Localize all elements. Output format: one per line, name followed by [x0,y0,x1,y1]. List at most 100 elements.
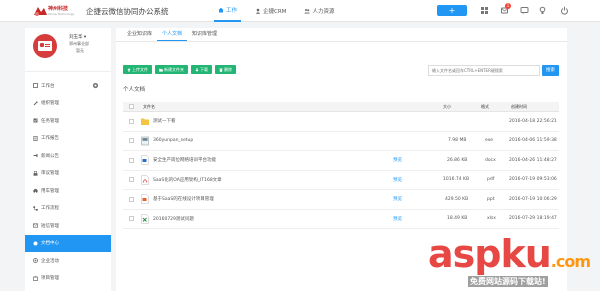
preview-link[interactable]: 预览 [393,151,402,170]
row-checkbox[interactable] [129,157,134,163]
new-folder-button[interactable]: 新建文件夹 [155,65,188,74]
user-department: 郑州事业部 [69,41,89,46]
file-created: 2016-04-06 11:59:38 [509,138,557,144]
file-size: 429.50 KB [445,196,469,202]
table-row[interactable]: 360yunpan_setup 7.98 MB exe 2016-04-06 1… [123,132,559,151]
column-header-name[interactable]: 文件名 [143,102,155,111]
sidebar-item-workbench[interactable]: 工作台 [25,77,111,95]
sidebar-item-label: 短信管理 [41,223,59,229]
sidebar-item-activities[interactable]: 企业活动 [25,252,111,270]
file-size: 26.86 KB [447,157,468,163]
wrench-icon [33,101,38,106]
top-nav-label: 人力资源 [312,9,335,15]
file-created: 2016-04-18 22:56:21 [509,118,557,124]
logo-subtext: China Technology [48,12,75,16]
file-name[interactable]: 测试一下看 [153,112,176,131]
app-title: 企捷云微信协同办公系统 [86,7,169,16]
top-bar: 神州科技 China Technology 企捷云微信协同办公系统 工作 企捷C… [0,0,600,22]
file-name[interactable]: 20160729测试问题 [153,210,194,229]
desk-icon [33,83,38,89]
file-created: 2016-07-29 18:19:47 [509,216,557,222]
select-all-checkbox[interactable] [129,104,134,109]
preview-link[interactable]: 预览 [393,171,402,190]
file-name[interactable]: SaaS化的OA应用架构_IT168文章 [153,171,222,190]
sidebar-menu: 工作台 组织管理 任务管理 工作报告 新闻公告 审议管理 用车管理 工作流程 短… [25,77,111,287]
upload-button[interactable]: 上传文件 [123,65,152,74]
file-name[interactable]: 安全生产岗位网络培训平台功能 [153,151,216,170]
sidebar-item-label: 工作流程 [41,206,59,212]
tab-knowledge-admin[interactable]: 知识库管理 [187,28,222,41]
top-nav-hr[interactable]: 人力资源 [300,0,338,22]
column-header-size[interactable]: 大小 [443,102,451,111]
row-checkbox[interactable] [129,196,134,202]
sidebar-item-label: 新闻公告 [41,153,59,159]
preview-link[interactable]: 预览 [393,190,402,209]
table-row[interactable]: 测试一下看 2016-04-18 22:56:21 [123,112,559,132]
top-nav: 工作 企捷CRM 人力资源 [214,0,348,22]
file-name[interactable]: 360yunpan_setup [153,132,193,151]
file-format: xlsx [487,216,496,222]
button-label: 新建文件夹 [164,67,184,72]
preview-link[interactable]: 预览 [393,210,402,229]
sidebar-item-workflow[interactable]: 工作流程 [25,200,111,218]
file-created: 2016-07-19 09:53:06 [509,177,557,183]
column-header-format[interactable]: 格式 [481,102,489,111]
file-format: pdf [487,177,495,183]
content-panel: 企业知识库 个人文档 知识库管理 上传文件 新建文件夹 下载 删除 搜索 个人文… [116,28,567,291]
top-nav-crm[interactable]: 企捷CRM [251,0,290,22]
search-button[interactable]: 搜索 [542,65,559,76]
button-label: 下载 [200,67,208,72]
row-checkbox[interactable] [129,216,134,222]
file-format: ppt [487,196,495,202]
table-row[interactable]: 安全生产岗位网络培训平台功能 预览 26.86 KB docx 2016-04-… [123,151,559,171]
tab-company-knowledge[interactable]: 企业知识库 [122,28,157,41]
table-row[interactable]: SaaS化的OA应用架构_IT168文章 预览 1016.74 KB pdf 2… [123,171,559,190]
sidebar-item-projects[interactable]: 项目管理 [25,270,111,288]
gear-icon[interactable] [92,82,99,89]
sidebar-item-label: 用车管理 [41,188,59,194]
file-created: 2016-04-26 11:48:27 [509,157,557,163]
user-name[interactable]: 刘玉华 ▾ [69,34,86,40]
table-row[interactable]: 20160729测试问题 预览 18.49 KB xlsx 2016-07-29… [123,210,559,229]
home-icon [218,7,224,13]
new-item-button[interactable]: + [437,5,467,16]
file-table: 文件名 大小 格式 创建时间 测试一下看 2016-04-18 22:56:21… [123,102,559,229]
sidebar-item-documents[interactable]: 文档中心 [25,234,111,252]
grid-apps-icon[interactable] [480,6,489,15]
ppt-file-icon [141,194,149,204]
download-button[interactable]: 下载 [191,65,212,74]
top-nav-label: 工作 [226,8,238,14]
sidebar-item-organization[interactable]: 组织管理 [25,95,111,113]
sidebar-item-review[interactable]: 审议管理 [25,165,111,183]
table-row[interactable]: 基于SaaS的在线设计项目管理 预览 429.50 KB ppt 2016-07… [123,190,559,210]
tab-personal-docs[interactable]: 个人文档 [157,28,188,41]
top-nav-work[interactable]: 工作 [214,0,242,22]
sidebar-item-label: 企业活动 [41,258,59,264]
message-icon[interactable] [520,6,529,15]
task-icon [33,118,38,123]
search-input[interactable] [428,65,540,76]
sidebar-item-news[interactable]: 新闻公告 [25,147,111,165]
row-checkbox[interactable] [129,138,134,144]
user-icon [255,8,261,14]
sidebar-item-sms[interactable]: 短信管理 [25,217,111,235]
row-checkbox[interactable] [129,177,134,183]
notification-badge: 1 [505,3,511,9]
exe-file-icon [141,136,149,146]
sms-icon [33,223,38,228]
file-name[interactable]: 基于SaaS的在线设计项目管理 [153,190,214,209]
sidebar-item-vehicles[interactable]: 用车管理 [25,182,111,200]
file-format: docx [485,157,496,163]
file-format: exe [485,138,493,144]
vote-icon [33,170,38,176]
sidebar-item-label: 组织管理 [41,101,59,107]
delete-button[interactable]: 删除 [215,65,236,74]
sidebar-item-tasks[interactable]: 任务管理 [25,112,111,130]
lightbulb-icon[interactable] [538,6,547,15]
excel-file-icon [141,214,149,224]
avatar[interactable] [33,34,57,58]
row-checkbox[interactable] [129,118,134,124]
sidebar-item-reports[interactable]: 工作报告 [25,130,111,148]
power-icon[interactable] [560,6,569,15]
column-header-created[interactable]: 创建时间 [511,102,527,111]
